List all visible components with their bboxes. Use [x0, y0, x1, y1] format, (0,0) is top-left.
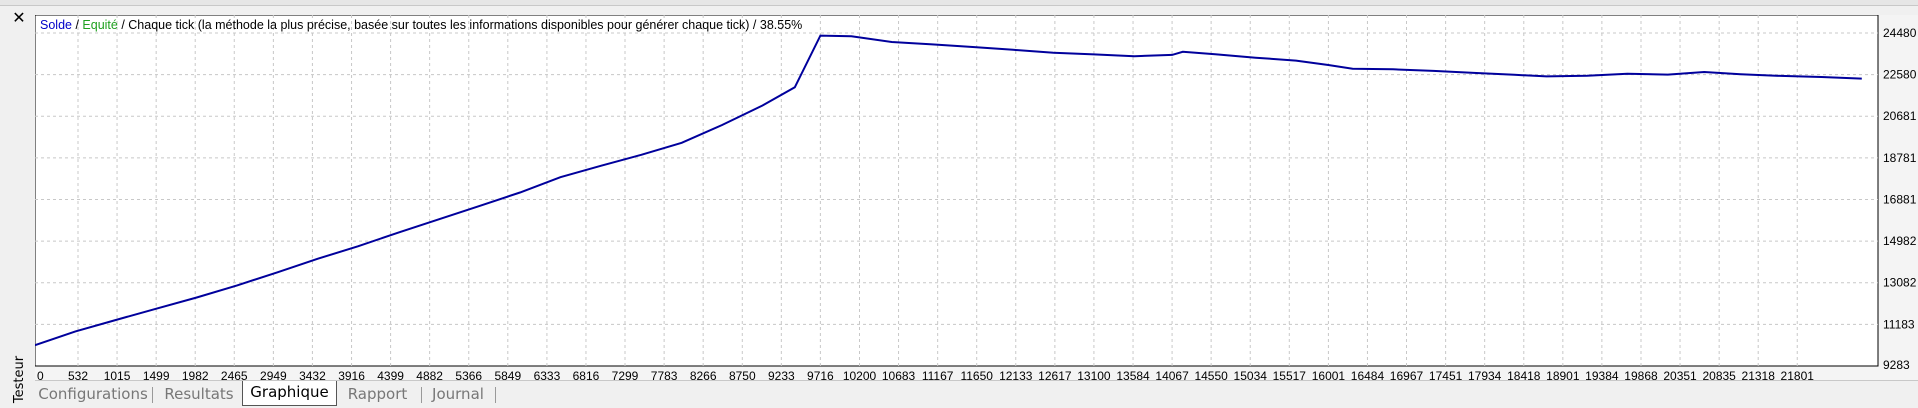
legend-solde: Solde: [40, 18, 72, 32]
tab-rapport[interactable]: Rapport: [340, 383, 415, 405]
header-description: / Chaque tick (la méthode la plus précis…: [118, 18, 802, 32]
y-tick-label: 11183: [1883, 317, 1915, 331]
header-sep: /: [72, 18, 82, 32]
side-panel-strip: [10, 28, 30, 350]
tab-separator: [421, 387, 422, 403]
y-tick-label: 13082: [1883, 276, 1917, 290]
y-tick-label: 20681: [1883, 109, 1917, 123]
side-tab-label: Testeur: [12, 355, 28, 404]
tab-journal[interactable]: Journal: [427, 383, 489, 405]
tab-graphique[interactable]: Graphique: [242, 381, 337, 406]
tab-separator: [495, 387, 496, 403]
y-tick-label: 9283: [1883, 358, 1910, 372]
y-tick-label: 24480: [1883, 26, 1917, 40]
y-axis-ticks: 9283 11183 13082 14982 16881 18781 20681 22580 2…: [1883, 26, 1917, 372]
y-tick-label: 22580: [1883, 68, 1917, 82]
chart-header: Solde / Equité / Chaque tick (la méthode…: [40, 18, 802, 32]
y-tick-label: 18781: [1883, 151, 1917, 165]
tab-resultats[interactable]: Resultats: [159, 383, 239, 405]
tab-configurations[interactable]: Configurations: [38, 383, 148, 405]
balance-chart: 9283 11183 13082 14982 16881 18781 20681 22580 2…: [35, 15, 1918, 385]
legend-equite: Equité: [82, 18, 117, 32]
top-border: [0, 0, 1918, 6]
tab-separator: [152, 387, 153, 403]
tester-tabs: Configurations Resultats Graphique Rappo…: [35, 380, 1918, 408]
y-tick-label: 16881: [1883, 192, 1917, 206]
tester-side-tab[interactable]: Testeur: [12, 350, 32, 406]
close-icon[interactable]: ✕: [10, 9, 28, 27]
y-tick-label: 14982: [1883, 234, 1917, 248]
